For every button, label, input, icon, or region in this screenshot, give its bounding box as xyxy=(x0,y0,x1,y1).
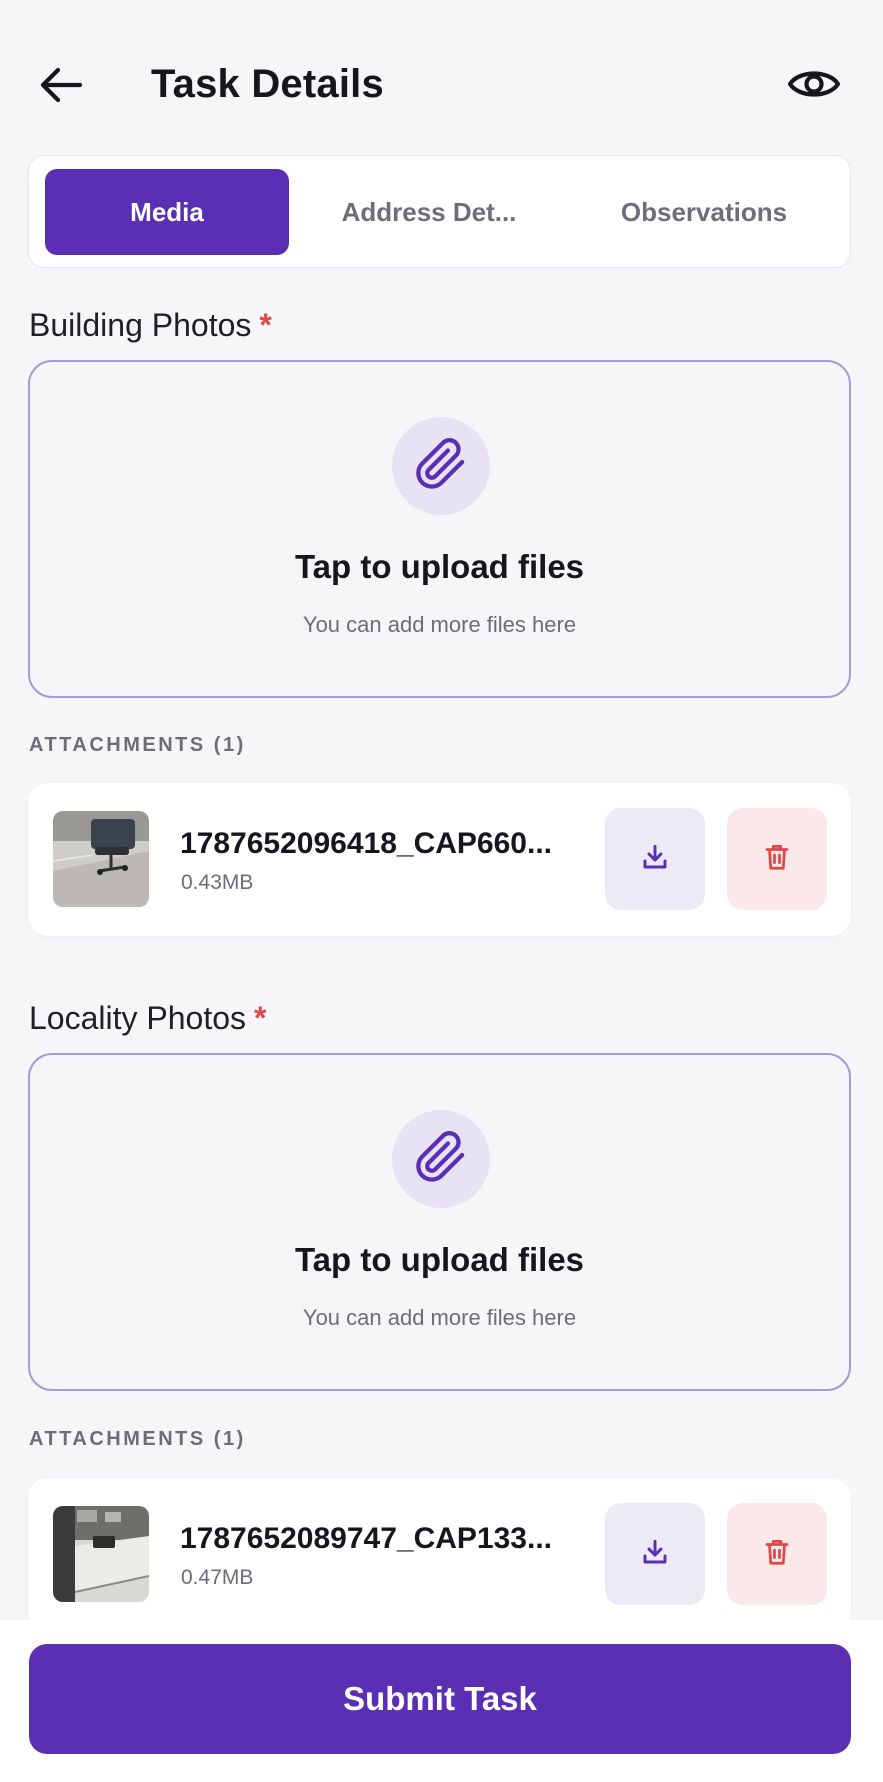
attachments-count-label: ATTACHMENTS (1) xyxy=(29,734,246,756)
arrow-left-icon xyxy=(38,65,84,110)
upload-title: Tap to upload files xyxy=(294,548,585,585)
header: Task Details xyxy=(0,0,883,150)
upload-icon-circle xyxy=(392,1110,490,1208)
page-title: Task Details xyxy=(151,62,384,106)
attachments-count-label: ATTACHMENTS (1) xyxy=(29,1428,246,1450)
upload-subtitle: You can add more files here xyxy=(302,612,577,637)
attachment-file-name: 1787652096418_CAP660... xyxy=(180,827,552,860)
paperclip-icon xyxy=(414,1130,468,1189)
delete-button[interactable] xyxy=(727,808,827,910)
tab-address-details[interactable]: Address Det... xyxy=(309,169,549,255)
download-icon xyxy=(639,1536,671,1573)
task-details-screen: Task Details Media Address Det... Observ… xyxy=(0,0,883,1782)
section-title: Building Photos xyxy=(29,307,252,343)
tab-label: Observations xyxy=(620,196,788,227)
tab-observations[interactable]: Observations xyxy=(569,169,839,255)
bottom-action-bar: Submit Task xyxy=(0,1620,883,1782)
attachment-file-name: 1787652089747_CAP133... xyxy=(180,1522,552,1555)
back-button[interactable] xyxy=(34,60,88,114)
eye-icon xyxy=(787,64,841,109)
delete-button[interactable] xyxy=(727,1503,827,1605)
attachment-thumbnail[interactable] xyxy=(53,811,149,907)
trash-icon xyxy=(762,841,792,878)
attachment-item: 1787652089747_CAP133... 0.47MB xyxy=(28,1478,851,1631)
required-asterisk: * xyxy=(254,1000,267,1036)
trash-icon xyxy=(762,1536,792,1573)
tab-media[interactable]: Media xyxy=(45,169,289,255)
tab-bar: Media Address Det... Observations xyxy=(28,155,851,268)
attachment-file-size: 0.43MB xyxy=(181,871,254,894)
building-photos-label: Building Photos * xyxy=(29,307,272,344)
download-button[interactable] xyxy=(605,1503,705,1605)
building-photos-upload-area[interactable]: Tap to upload files You can add more fil… xyxy=(28,360,851,698)
paperclip-icon xyxy=(414,437,468,496)
required-asterisk: * xyxy=(259,307,272,343)
download-icon xyxy=(639,841,671,878)
locality-photos-label: Locality Photos * xyxy=(29,1000,266,1037)
attachment-thumbnail[interactable] xyxy=(53,1506,149,1602)
tab-label: Media xyxy=(130,196,204,227)
attachment-item: 1787652096418_CAP660... 0.43MB xyxy=(28,783,851,936)
tab-label: Address Det... xyxy=(341,196,517,227)
upload-icon-circle xyxy=(392,417,490,515)
section-title: Locality Photos xyxy=(29,1000,247,1036)
upload-title: Tap to upload files xyxy=(294,1241,585,1278)
locality-photos-upload-area[interactable]: Tap to upload files You can add more fil… xyxy=(28,1053,851,1391)
preview-button[interactable] xyxy=(784,58,844,114)
attachment-file-size: 0.47MB xyxy=(181,1566,254,1589)
upload-subtitle: You can add more files here xyxy=(302,1305,577,1330)
download-button[interactable] xyxy=(605,808,705,910)
submit-task-button[interactable]: Submit Task xyxy=(29,1644,851,1754)
